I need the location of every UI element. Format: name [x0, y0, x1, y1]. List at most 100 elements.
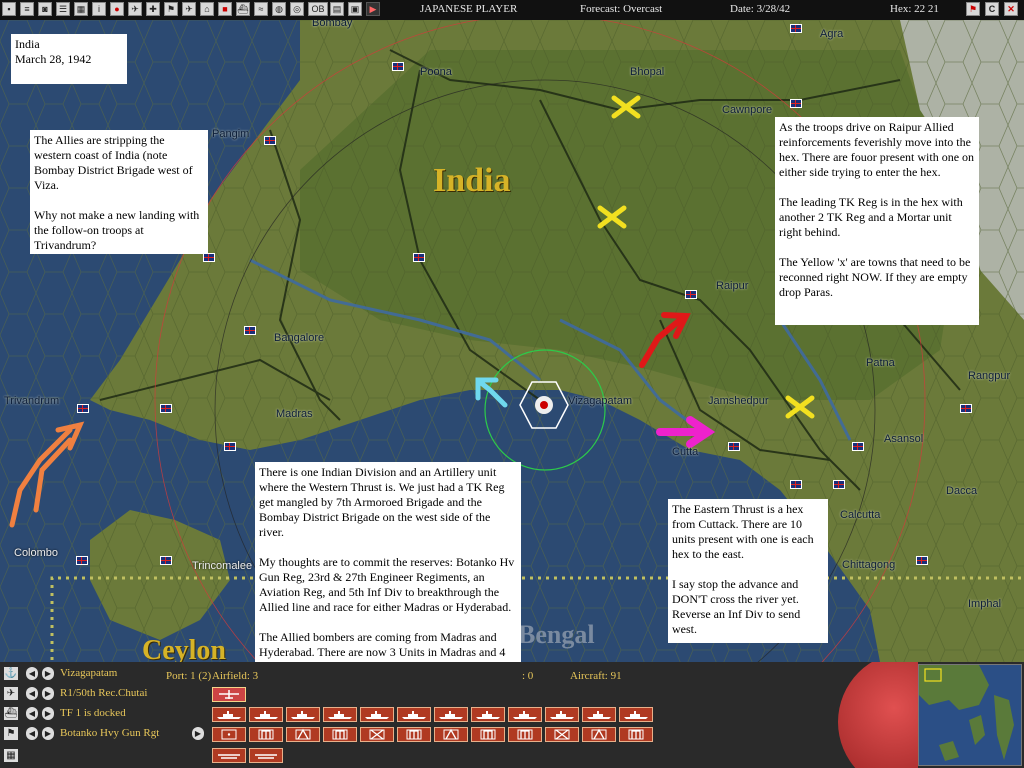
city-bangalore[interactable]: Bangalore: [274, 332, 324, 344]
ship-slot[interactable]: [582, 707, 616, 722]
ob-icon[interactable]: OB: [308, 2, 328, 16]
play-icon[interactable]: ▶: [192, 727, 204, 740]
ship-slot[interactable]: [471, 707, 505, 722]
next-arrow-icon[interactable]: ▶: [42, 727, 54, 740]
misc-slot[interactable]: [212, 748, 246, 763]
ship-slot[interactable]: [286, 707, 320, 722]
info-i-icon[interactable]: i: [92, 2, 106, 16]
base-icon[interactable]: ⌂: [200, 2, 214, 16]
row-label[interactable]: TF 1 is docked: [60, 707, 126, 719]
allied-unit-icon[interactable]: [916, 556, 928, 565]
allied-unit-icon[interactable]: [264, 136, 276, 145]
unit-slot[interactable]: [360, 727, 394, 742]
allied-unit-icon[interactable]: [244, 326, 256, 335]
city-trivandrum[interactable]: Trivandrum: [4, 395, 59, 407]
city-patna[interactable]: Patna: [866, 357, 895, 369]
allied-unit-icon[interactable]: [76, 556, 88, 565]
allied-unit-icon[interactable]: [160, 556, 172, 565]
allied-unit-icon[interactable]: [77, 404, 89, 413]
city-poona[interactable]: Poona: [420, 66, 452, 78]
city-agra[interactable]: Agra: [820, 28, 843, 40]
allied-unit-icon[interactable]: [790, 24, 802, 33]
prev-arrow-icon[interactable]: ◀: [26, 667, 38, 680]
prev-arrow-icon[interactable]: ◀: [26, 727, 38, 740]
plane-slot[interactable]: [212, 687, 246, 702]
allied-unit-icon[interactable]: [203, 253, 215, 262]
end-turn-icon[interactable]: ▶: [366, 2, 380, 16]
city-raipur[interactable]: Raipur: [716, 280, 748, 292]
hq-flag-icon[interactable]: ⚑: [164, 2, 178, 16]
ship-slot[interactable]: [212, 707, 246, 722]
next-arrow-icon[interactable]: ▶: [42, 707, 54, 720]
row-taskforce[interactable]: ⛴ ◀ ▶ TF 1 is docked: [0, 704, 210, 724]
window-icon[interactable]: ▣: [348, 2, 362, 16]
ship-icon[interactable]: ⛴: [236, 2, 250, 16]
allied-unit-icon[interactable]: [833, 480, 845, 489]
unit-slot[interactable]: [545, 727, 579, 742]
allied-unit-icon[interactable]: [728, 442, 740, 451]
globe-icon[interactable]: ◍: [272, 2, 286, 16]
close-icon[interactable]: ✕: [1004, 2, 1018, 16]
city-trincomalee[interactable]: Trincomalee: [192, 560, 252, 572]
misc-slot[interactable]: [249, 748, 283, 763]
unit-slot[interactable]: [286, 727, 320, 742]
city-imphal[interactable]: Imphal: [968, 598, 1001, 610]
row-label[interactable]: Vizagapatam: [60, 667, 117, 679]
game-map[interactable]: India Ceylon Bengal Bombay Poona Bhopal …: [0, 20, 1024, 662]
unit-slot[interactable]: [323, 727, 357, 742]
convoy-icon[interactable]: ≈: [254, 2, 268, 16]
unit-slot[interactable]: [582, 727, 616, 742]
city-asansol[interactable]: Asansol: [884, 433, 923, 445]
ship-slot[interactable]: [434, 707, 468, 722]
target-icon[interactable]: ◎: [290, 2, 304, 16]
unit-slot[interactable]: [212, 727, 246, 742]
ship-slot[interactable]: [545, 707, 579, 722]
unit-slot[interactable]: [434, 727, 468, 742]
allied-unit-icon[interactable]: [790, 480, 802, 489]
row-landunit[interactable]: ⚑ ◀ ▶ Botanko Hvy Gun Rgt ▶: [0, 724, 210, 744]
ship-slot[interactable]: [323, 707, 357, 722]
unit-slot[interactable]: [249, 727, 283, 742]
ship-slot[interactable]: [360, 707, 394, 722]
city-cuttack[interactable]: Cutta: [672, 446, 698, 458]
airgroup-icon[interactable]: ✈: [182, 2, 196, 16]
c-button[interactable]: C: [985, 2, 999, 16]
report-icon[interactable]: ≡: [20, 2, 34, 16]
unit-slot[interactable]: [471, 727, 505, 742]
row-label[interactable]: Botanko Hvy Gun Rgt: [60, 727, 159, 739]
landunit-icon[interactable]: ■: [218, 2, 232, 16]
allied-unit-icon[interactable]: [392, 62, 404, 71]
city-colombo[interactable]: Colombo: [14, 547, 58, 559]
flag-button-icon[interactable]: ⚑: [966, 2, 980, 16]
allied-unit-icon[interactable]: [790, 99, 802, 108]
city-madras[interactable]: Madras: [276, 408, 313, 420]
next-arrow-icon[interactable]: ▶: [42, 667, 54, 680]
allied-unit-icon[interactable]: [160, 404, 172, 413]
fighter-icon[interactable]: ✈: [128, 2, 142, 16]
ship-slot[interactable]: [508, 707, 542, 722]
city-chittagong[interactable]: Chittagong: [842, 559, 895, 571]
save-icon[interactable]: ▪: [2, 2, 16, 16]
bomber-icon[interactable]: ✚: [146, 2, 160, 16]
allied-unit-icon[interactable]: [224, 442, 236, 451]
ship-slot[interactable]: [397, 707, 431, 722]
list-icon[interactable]: ☰: [56, 2, 70, 16]
prev-arrow-icon[interactable]: ◀: [26, 707, 38, 720]
row-airgroup[interactable]: ✈ ◀ ▶ R1/50th Rec.Chutai: [0, 684, 210, 704]
allied-unit-icon[interactable]: [413, 253, 425, 262]
info-icon[interactable]: ◙: [38, 2, 52, 16]
city-calcutta[interactable]: Calcutta: [840, 509, 880, 521]
unit-slot[interactable]: [508, 727, 542, 742]
city-pangim[interactable]: Pangim: [212, 128, 249, 140]
city-dacca[interactable]: Dacca: [946, 485, 977, 497]
unit-slot[interactable]: [619, 727, 653, 742]
row-hq[interactable]: ▦: [0, 746, 210, 766]
city-cawnpore[interactable]: Cawnpore: [722, 104, 772, 116]
row-label[interactable]: R1/50th Rec.Chutai: [60, 687, 147, 699]
prev-arrow-icon[interactable]: ◀: [26, 687, 38, 700]
allied-unit-icon[interactable]: [852, 442, 864, 451]
allied-unit-icon[interactable]: [685, 290, 697, 299]
flag-japan-icon[interactable]: ●: [110, 2, 124, 16]
unit-slot[interactable]: [397, 727, 431, 742]
city-bhopal[interactable]: Bhopal: [630, 66, 664, 78]
